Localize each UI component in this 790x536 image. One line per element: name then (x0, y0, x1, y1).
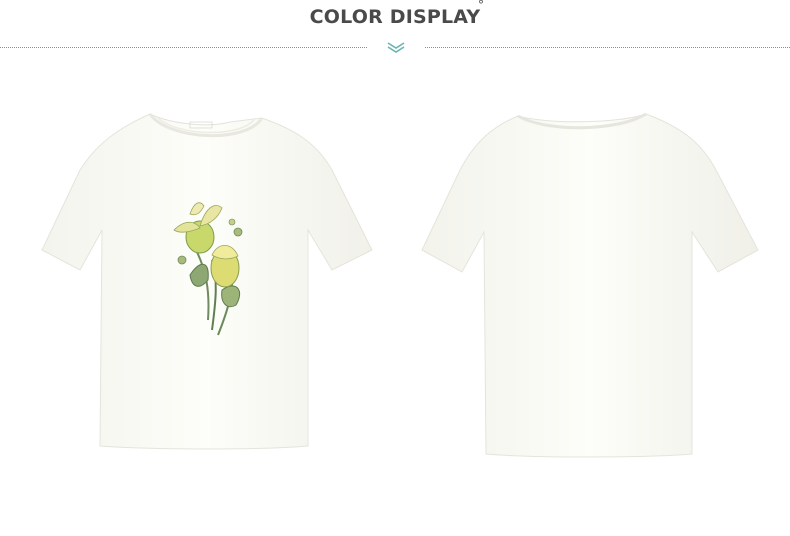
tshirt-front-image (41, 113, 373, 450)
dotted-divider-left (0, 47, 367, 48)
tshirt-back-image (421, 112, 759, 458)
dotted-divider-right (425, 47, 790, 48)
degree-mark: ° (478, 0, 484, 12)
double-chevron-down-icon (387, 42, 405, 53)
section-header: COLOR DISPLAY ° (0, 0, 790, 70)
section-title: COLOR DISPLAY (309, 6, 481, 28)
